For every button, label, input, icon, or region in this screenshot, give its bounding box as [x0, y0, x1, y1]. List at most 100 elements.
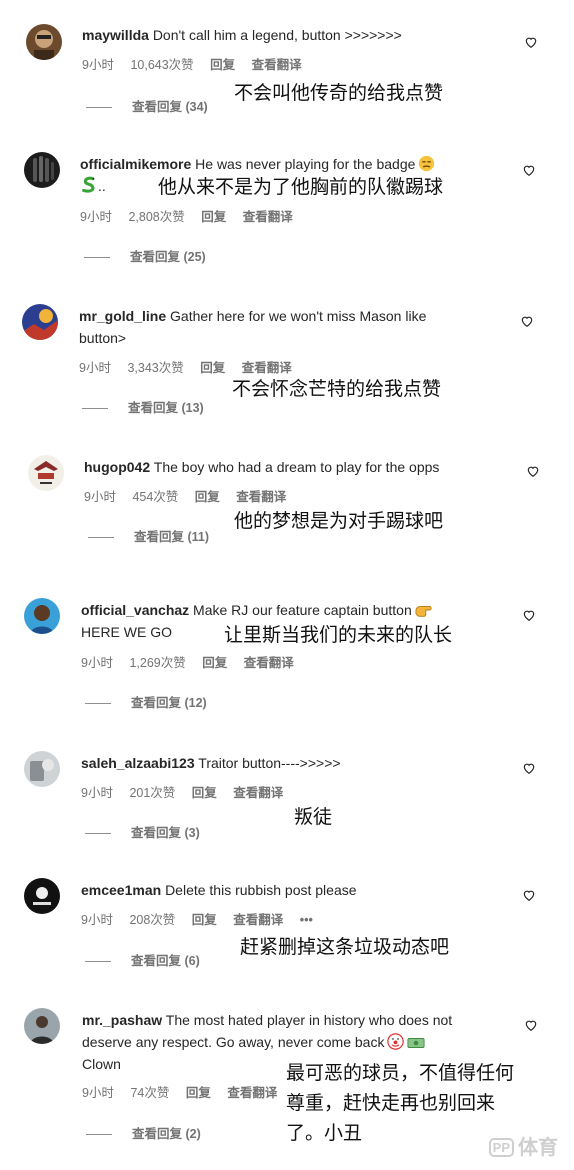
comment-body: Make RJ our feature captain button [193, 602, 412, 618]
reply-button[interactable]: 回复 [195, 490, 220, 504]
view-replies-button[interactable]: 查看回复 (25) [84, 246, 206, 265]
chinese-caption: 赶紧删掉这条垃圾动态吧 [240, 936, 450, 958]
comment-meta: 9小时 1,269次赞 回复 查看翻译 [81, 652, 307, 671]
more-options-icon[interactable]: ••• [300, 913, 313, 927]
view-replies-button[interactable]: 查看回复 (13) [82, 397, 204, 416]
comment-meta: 9小时 208次赞 回复 查看翻译 ••• [81, 909, 326, 928]
view-replies-label: 查看回复 (13) [128, 401, 204, 415]
avatar[interactable] [24, 598, 60, 634]
comment-meta: 9小时 3,343次赞 回复 查看翻译 [79, 357, 305, 376]
avatar[interactable] [24, 878, 60, 914]
heart-icon[interactable] [522, 163, 536, 177]
username[interactable]: hugop042 [84, 459, 150, 475]
reply-button[interactable]: 回复 [200, 361, 225, 375]
like-count[interactable]: 201次赞 [129, 786, 175, 800]
chinese-caption-line1: 最可恶的球员，不值得任何 [286, 1062, 515, 1084]
avatar[interactable] [24, 152, 60, 188]
comment-body: The boy who had a dream to play for the … [153, 459, 440, 475]
avatar[interactable] [26, 24, 62, 60]
like-count[interactable]: 3,343次赞 [127, 361, 183, 375]
view-replies-button[interactable]: 查看回复 (34) [86, 96, 208, 115]
avatar[interactable] [24, 751, 60, 787]
timestamp: 9小时 [82, 58, 114, 72]
username[interactable]: official_vanchaz [81, 602, 189, 618]
username[interactable]: mr._pashaw [82, 1012, 162, 1028]
snake-emoji-icon [80, 176, 98, 200]
reply-button[interactable]: 回复 [202, 656, 227, 670]
chinese-caption: 不会叫他传奇的给我点赞 [234, 82, 444, 104]
avatar[interactable] [22, 304, 58, 340]
chinese-caption: 他的梦想是为对手踢球吧 [234, 510, 444, 532]
chinese-caption: 叛徒 [294, 806, 333, 828]
username[interactable]: officialmikemore [80, 156, 191, 172]
heart-icon[interactable] [522, 888, 536, 902]
heart-icon[interactable] [522, 608, 536, 622]
like-count[interactable]: 208次赞 [129, 913, 175, 927]
comment-meta: 9小时 74次赞 回复 查看翻译 [82, 1082, 290, 1101]
like-count[interactable]: 1,269次赞 [129, 656, 185, 670]
reply-button[interactable]: 回复 [201, 210, 226, 224]
heart-icon[interactable] [524, 35, 538, 49]
view-replies-button[interactable]: 查看回复 (6) [85, 950, 200, 969]
like-count[interactable]: 10,643次赞 [130, 58, 193, 72]
heart-icon[interactable] [522, 761, 536, 775]
replies-divider [85, 833, 111, 835]
view-replies-button[interactable]: 查看回复 (3) [85, 822, 200, 841]
reply-button[interactable]: 回复 [210, 58, 235, 72]
replies-divider [82, 408, 108, 410]
view-replies-label: 查看回复 (12) [131, 696, 207, 710]
reply-button[interactable]: 回复 [192, 786, 217, 800]
timestamp: 9小时 [79, 361, 111, 375]
chinese-caption-line3: 了。小丑 [286, 1122, 363, 1144]
username[interactable]: mr_gold_line [79, 308, 166, 324]
translate-button[interactable]: 查看翻译 [227, 1086, 277, 1100]
timestamp: 9小时 [81, 913, 113, 927]
translate-button[interactable]: 查看翻译 [244, 656, 294, 670]
pp-sports-watermark: PP 体育 [488, 1131, 558, 1160]
replies-divider [86, 1134, 112, 1136]
view-replies-button[interactable]: 查看回复 (2) [86, 1123, 201, 1142]
like-count[interactable]: 2,808次赞 [128, 210, 184, 224]
username[interactable]: maywillda [82, 27, 149, 43]
translate-button[interactable]: 查看翻译 [233, 913, 283, 927]
avatar[interactable] [28, 455, 64, 491]
timestamp: 9小时 [81, 786, 113, 800]
replies-divider [86, 107, 112, 109]
reply-button[interactable]: 回复 [186, 1086, 211, 1100]
translate-button[interactable]: 查看翻译 [233, 786, 283, 800]
avatar[interactable] [24, 1008, 60, 1044]
like-count[interactable]: 74次赞 [130, 1086, 169, 1100]
translate-button[interactable]: 查看翻译 [236, 490, 286, 504]
heart-icon[interactable] [524, 1018, 538, 1032]
comment-text: mr_gold_line Gather here for we won't mi… [79, 305, 509, 327]
heart-icon[interactable] [520, 314, 534, 328]
comment-text: mr._pashaw The most hated player in hist… [82, 1009, 512, 1031]
watermark-logo: PP [488, 1138, 514, 1157]
translate-button[interactable]: 查看翻译 [252, 58, 302, 72]
translate-button[interactable]: 查看翻译 [243, 210, 293, 224]
username[interactable]: emcee1man [81, 882, 161, 898]
view-replies-button[interactable]: 查看回复 (11) [88, 526, 209, 545]
replies-divider [84, 257, 110, 259]
comment-text: hugop042 The boy who had a dream to play… [84, 456, 514, 478]
comment-meta: 9小时 201次赞 回复 查看翻译 [81, 782, 296, 801]
heart-icon[interactable] [526, 464, 540, 478]
chinese-caption: 让里斯当我们的未来的队长 [224, 624, 453, 646]
comment-body-2: .. [98, 178, 106, 194]
replies-divider [88, 537, 114, 539]
comment-body-2: deserve any respect. Go away, never come… [82, 1034, 385, 1050]
view-replies-button[interactable]: 查看回复 (12) [85, 692, 207, 711]
reply-button[interactable]: 回复 [192, 913, 217, 927]
username[interactable]: saleh_alzaabi123 [81, 755, 195, 771]
translate-button[interactable]: 查看翻译 [242, 361, 292, 375]
chinese-caption: 不会怀念芒特的给我点赞 [232, 378, 442, 400]
comment-body: He was never playing for the badge [195, 156, 416, 172]
timestamp: 9小时 [84, 490, 116, 504]
comment-text-line2: button> [79, 330, 127, 346]
view-replies-label: 查看回复 (3) [131, 826, 200, 840]
like-count[interactable]: 454次赞 [132, 490, 178, 504]
comment-meta: 9小时 10,643次赞 回复 查看翻译 [82, 54, 315, 73]
replies-divider [85, 961, 111, 963]
watermark-text: 体育 [518, 1135, 558, 1159]
view-replies-label: 查看回复 (25) [130, 250, 206, 264]
